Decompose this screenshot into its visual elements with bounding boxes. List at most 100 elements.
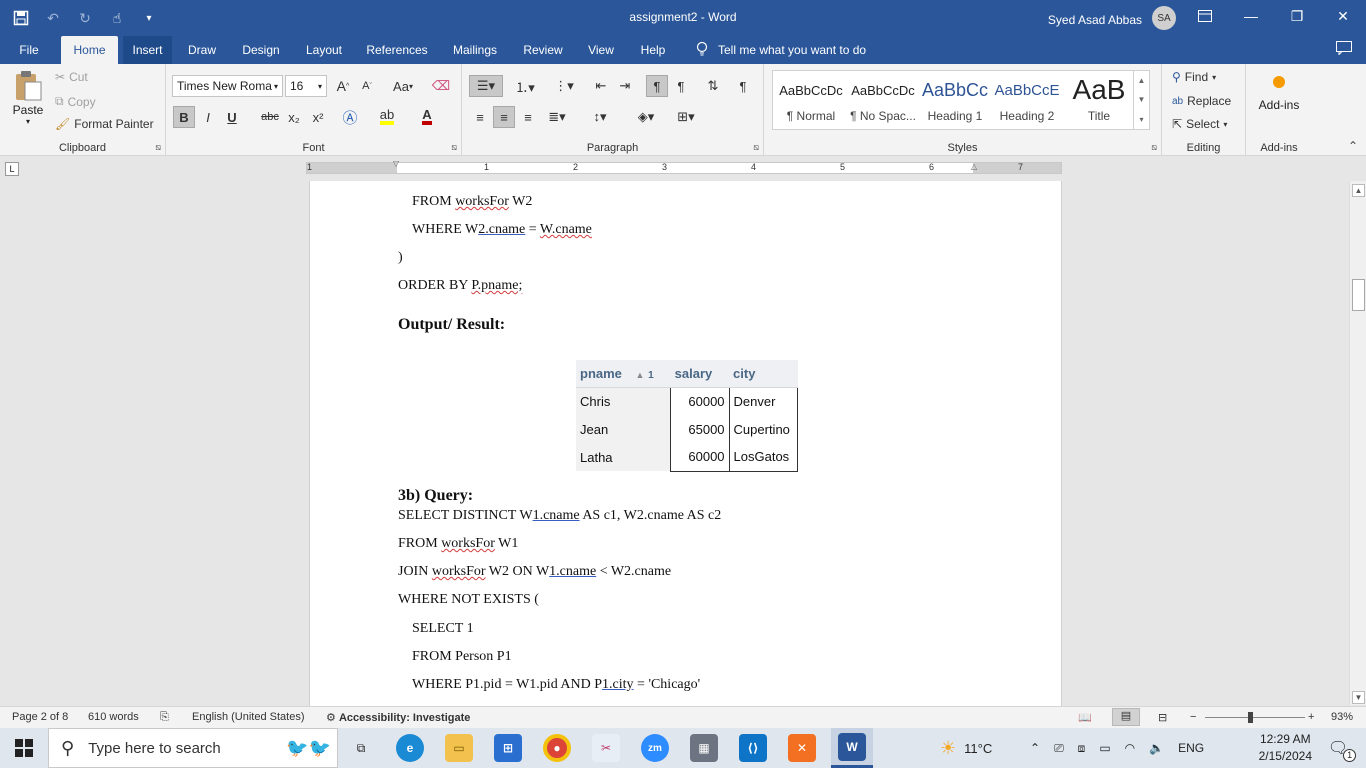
cut-button[interactable]: ✂ Cut — [55, 70, 88, 84]
addins-button[interactable]: Add-ins — [1254, 76, 1304, 112]
collapse-ribbon-icon[interactable]: ⌃ — [1348, 139, 1358, 153]
find-button[interactable]: ⚲ Find ▾ — [1172, 70, 1216, 84]
subscript-button[interactable]: x₂ — [283, 106, 305, 128]
battery-icon[interactable]: ▭ — [1099, 741, 1110, 755]
language[interactable]: English (United States) — [192, 711, 305, 723]
horizontal-ruler[interactable]: 1 1 2 3 4 5 6 7 ▽ △ — [306, 159, 1062, 174]
column-header[interactable]: pname ▲ 1 — [576, 360, 671, 388]
wifi-icon[interactable]: ◠ — [1125, 741, 1135, 755]
style-heading-1[interactable]: AaBbCc Heading 1 — [919, 71, 991, 129]
chevron-up-icon[interactable]: ⌃ — [1030, 741, 1040, 755]
show-formatting-marks-icon[interactable]: ¶ — [732, 75, 754, 97]
italic-button[interactable]: I — [197, 106, 219, 128]
copy-button[interactable]: ⧉ Copy — [55, 94, 96, 109]
paste-button[interactable]: Paste ▾ — [8, 70, 48, 126]
tab-help[interactable]: Help — [634, 36, 672, 64]
page-count[interactable]: Page 2 of 8 — [12, 711, 68, 723]
style-no-spacing[interactable]: AaBbCcDc ¶ No Spac... — [847, 71, 919, 129]
styles-scroll[interactable]: ▲ ▼ ▾ — [1133, 71, 1149, 129]
zoom-level[interactable]: 93% — [1331, 711, 1353, 723]
zoom-in-icon[interactable]: + — [1308, 711, 1314, 723]
strikethrough-button[interactable]: abc — [259, 106, 281, 128]
taskbar-search-input[interactable]: ⚲ Type here to search 🐦🐦 — [48, 728, 338, 768]
word-count[interactable]: 610 words — [88, 711, 139, 723]
start-button[interactable] — [0, 728, 48, 768]
tab-file[interactable]: File — [10, 36, 48, 64]
read-mode-icon[interactable]: 📖 — [1078, 711, 1092, 724]
meet-now-icon[interactable]: ⎚ — [1054, 741, 1064, 756]
highlight-color-icon[interactable]: ab — [376, 106, 398, 128]
volume-icon[interactable]: 🔈 — [1149, 741, 1164, 755]
bold-button[interactable]: B — [173, 106, 195, 128]
tab-references[interactable]: References — [362, 36, 432, 64]
close-button[interactable]: ✕ — [1320, 0, 1366, 32]
shading-icon[interactable]: ◈▾ — [630, 106, 662, 128]
tell-me-search[interactable]: Tell me what you want to do — [696, 36, 866, 64]
tab-design[interactable]: Design — [236, 36, 286, 64]
restore-button[interactable]: ❐ — [1274, 0, 1320, 32]
scroll-up-icon[interactable]: ▲ — [1352, 184, 1365, 197]
tab-home[interactable]: Home — [61, 36, 118, 64]
style-title[interactable]: AaB Title — [1063, 71, 1135, 129]
chevron-down-icon[interactable]: ▼ — [1138, 95, 1146, 104]
file-explorer-icon[interactable]: ▭ — [443, 728, 475, 768]
bullets-icon[interactable]: ☰▾ — [469, 75, 503, 97]
align-left-icon[interactable]: ≡ — [469, 106, 491, 128]
store-icon[interactable]: ⊞ — [492, 728, 524, 768]
tab-review[interactable]: Review — [518, 36, 568, 64]
tab-mailings[interactable]: Mailings — [446, 36, 504, 64]
paragraph-launcher-icon[interactable]: ⧅ — [753, 142, 759, 153]
borders-icon[interactable]: ⊞▾ — [670, 106, 702, 128]
document-page[interactable]: FROM worksFor W2 WHERE W2.cname = W.cnam… — [309, 181, 1062, 706]
font-size-select[interactable]: 16 ▾ — [285, 75, 327, 97]
grow-font-icon[interactable]: A ^ — [332, 75, 354, 97]
task-view-icon[interactable]: ⧉ — [346, 728, 376, 768]
zoom-slider-track[interactable] — [1205, 717, 1305, 718]
column-header[interactable]: city — [729, 360, 798, 388]
underline-button[interactable]: U — [221, 106, 243, 128]
column-header[interactable]: salary — [670, 360, 730, 388]
numbering-icon[interactable]: ⒈▾ — [508, 75, 542, 97]
tab-selector[interactable]: L — [5, 162, 19, 176]
tab-insert[interactable]: Insert — [123, 36, 172, 64]
multilevel-list-icon[interactable]: ⋮▾ — [547, 75, 581, 97]
chevron-up-icon[interactable]: ▲ — [1138, 76, 1146, 85]
snipping-tool-icon[interactable]: ✂ — [590, 728, 622, 768]
line-spacing-icon[interactable]: ↕▾ — [584, 106, 616, 128]
paste-dropdown-icon[interactable]: ▾ — [8, 117, 48, 126]
sort-icon[interactable]: ⇅ — [702, 75, 724, 97]
vertical-scrollbar[interactable]: ▲ ▼ — [1349, 181, 1366, 705]
tab-layout[interactable]: Layout — [300, 36, 348, 64]
vscode-icon[interactable]: ⟨⟩ — [737, 728, 769, 768]
tab-draw[interactable]: Draw — [182, 36, 222, 64]
align-right-icon[interactable]: ≡ — [517, 106, 539, 128]
proofing-icon[interactable]: ⎘ — [160, 711, 169, 724]
web-layout-icon[interactable]: ⊟ — [1158, 711, 1167, 724]
print-layout-icon[interactable]: ▤ — [1112, 708, 1140, 726]
ltr-text-icon[interactable]: ¶ — [646, 75, 668, 97]
ribbon-display-options-icon[interactable] — [1182, 0, 1228, 32]
font-color-icon[interactable]: A — [416, 106, 438, 128]
replace-button[interactable]: ab Replace — [1172, 94, 1231, 108]
align-center-icon[interactable]: ≡ — [493, 106, 515, 128]
format-painter-button[interactable]: 🖌 Format Painter — [55, 117, 154, 131]
edge-icon[interactable]: e — [394, 728, 426, 768]
more-styles-icon[interactable]: ▾ — [1139, 115, 1143, 124]
first-line-indent-marker[interactable]: ▽ — [393, 159, 399, 168]
clock[interactable]: 12:29 AM 2/15/2024 — [1259, 731, 1312, 765]
styles-launcher-icon[interactable]: ⧅ — [1151, 142, 1157, 153]
weather-widget[interactable]: ☀ 11°C — [940, 728, 992, 768]
scroll-down-icon[interactable]: ▼ — [1352, 691, 1365, 704]
clipboard-launcher-icon[interactable]: ⧅ — [155, 142, 161, 153]
superscript-button[interactable]: x² — [307, 106, 329, 128]
text-effects-icon[interactable]: Ⓐ — [339, 106, 361, 128]
change-case-icon[interactable]: Aa ▾ — [388, 75, 418, 97]
chrome-icon[interactable]: ● — [541, 728, 573, 768]
comments-icon[interactable] — [1336, 41, 1352, 58]
zoom-slider-thumb[interactable] — [1248, 712, 1253, 723]
clear-formatting-icon[interactable]: ⌫ — [430, 75, 452, 97]
justify-icon[interactable]: ≣▾ — [541, 106, 573, 128]
accessibility-status[interactable]: ⚙ Accessibility: Investigate — [326, 711, 470, 724]
shrink-font-icon[interactable]: Aˇ — [356, 75, 378, 97]
zoom-app-icon[interactable]: zm — [639, 728, 671, 768]
